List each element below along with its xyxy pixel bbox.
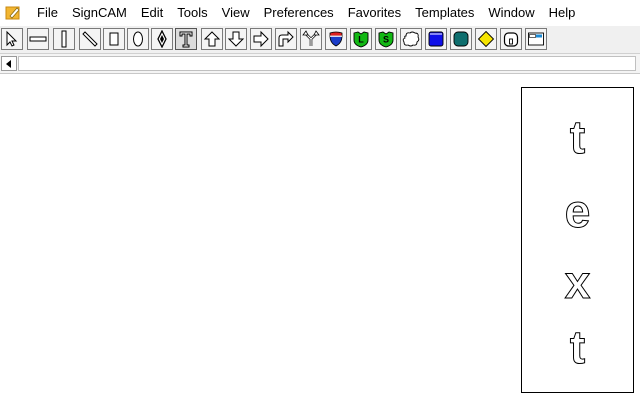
sign-letter[interactable]: t [522, 114, 633, 161]
arrow-right-icon [253, 30, 269, 48]
select-arrow-icon [6, 30, 18, 47]
sign-letter[interactable]: e [522, 188, 633, 235]
teal-rounded-square-button[interactable] [450, 28, 472, 50]
shield-l-button[interactable]: L [350, 28, 372, 50]
arrow-turn-icon [278, 30, 294, 47]
app-pencil-icon[interactable] [5, 5, 21, 21]
arrow-turn-button[interactable] [275, 28, 297, 50]
sign-letter[interactable]: t [522, 324, 633, 371]
menu-signcam[interactable]: SignCAM [65, 0, 134, 26]
blue-panel-button[interactable] [425, 28, 447, 50]
diamond-outline-icon [157, 30, 167, 48]
menu-preferences[interactable]: Preferences [257, 0, 341, 26]
panel-tab-icon [528, 32, 544, 46]
arrow-down-button[interactable] [225, 28, 247, 50]
scroll-left-button[interactable] [1, 56, 17, 71]
svg-text:L: L [358, 35, 364, 45]
menu-tools[interactable]: Tools [170, 0, 214, 26]
teal-rounded-square-icon [453, 31, 469, 47]
menu-edit[interactable]: Edit [134, 0, 170, 26]
rectangle-button[interactable] [103, 28, 125, 50]
shield-l-icon: L [353, 31, 369, 48]
arrow-split-icon [302, 30, 320, 46]
diamond-outline-button[interactable] [151, 28, 173, 50]
yellow-diamond-button[interactable] [475, 28, 497, 50]
sign-letter[interactable]: x [522, 259, 633, 306]
cloud-shape-icon [402, 31, 420, 47]
menu-view[interactable]: View [215, 0, 257, 26]
menu-templates[interactable]: Templates [408, 0, 481, 26]
svg-text:S: S [383, 35, 389, 45]
diagonal-bar-button[interactable] [79, 28, 101, 50]
vertical-bar-button[interactable] [53, 28, 75, 50]
select-arrow-button[interactable] [1, 28, 23, 50]
rounded-marker-icon [503, 32, 519, 47]
horizontal-bar-icon [29, 36, 47, 42]
ruler-track[interactable] [18, 56, 636, 71]
menu-file[interactable]: File [30, 0, 65, 26]
blue-panel-icon [428, 31, 444, 47]
scroll-left-icon [6, 59, 11, 68]
arrow-down-icon [227, 31, 245, 47]
horizontal-bar-button[interactable] [27, 28, 49, 50]
ruler-strip [0, 54, 640, 74]
interstate-shield-button[interactable] [325, 28, 347, 50]
cloud-shape-button[interactable] [400, 28, 422, 50]
shield-s-button[interactable]: S [375, 28, 397, 50]
text-tool-button[interactable] [175, 28, 197, 50]
oval-icon [133, 31, 143, 47]
menu-bar: File SignCAM Edit Tools View Preferences… [0, 0, 640, 26]
oval-button[interactable] [127, 28, 149, 50]
menu-favorites[interactable]: Favorites [341, 0, 408, 26]
panel-tab-button[interactable] [525, 28, 547, 50]
arrow-right-button[interactable] [250, 28, 272, 50]
rounded-marker-button[interactable] [500, 28, 522, 50]
arrow-up-icon [203, 31, 221, 47]
vertical-bar-icon [61, 30, 67, 48]
sign-panel[interactable]: t e x t [521, 87, 634, 393]
toolbar: L S [0, 26, 640, 54]
menu-help[interactable]: Help [542, 0, 583, 26]
yellow-diamond-icon [477, 30, 495, 48]
arrow-split-button[interactable] [300, 28, 322, 50]
shield-s-icon: S [378, 31, 394, 48]
drawing-canvas[interactable]: t e x t [0, 74, 640, 400]
text-tool-icon [179, 31, 193, 48]
interstate-shield-icon [329, 31, 343, 47]
arrow-up-button[interactable] [201, 28, 223, 50]
rectangle-icon [109, 32, 119, 46]
menu-window[interactable]: Window [481, 0, 541, 26]
diagonal-bar-icon [82, 31, 98, 47]
